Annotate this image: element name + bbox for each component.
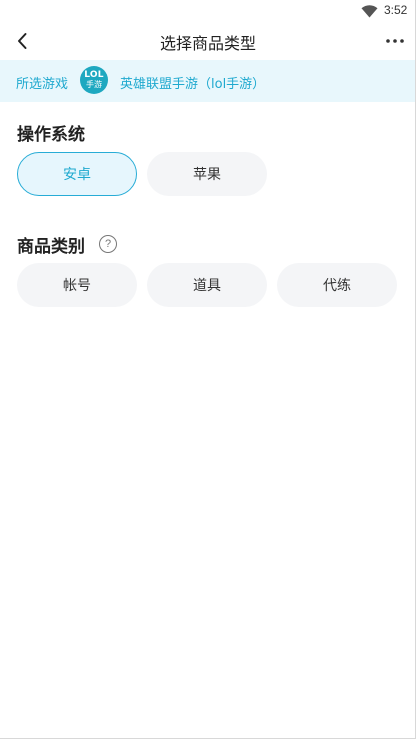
os-option-label: 苹果 <box>193 167 221 183</box>
selected-game-banner[interactable]: 所选游戏 LOL 手游 英雄联盟手游（lol手游） <box>0 60 416 102</box>
game-logo-text-2: 手游 <box>86 80 102 89</box>
more-button[interactable] <box>382 30 408 52</box>
selected-game-name: 英雄联盟手游（lol手游） <box>120 77 266 92</box>
category-option-boosting[interactable]: 代练 <box>277 263 397 307</box>
os-section-title: 操作系统 <box>17 125 85 145</box>
question-circle-icon[interactable]: ? <box>99 235 117 253</box>
category-option-account[interactable]: 帐号 <box>17 263 137 307</box>
category-section-title: 商品类别 <box>17 237 85 257</box>
wifi-icon <box>361 5 378 18</box>
nav-bar: 选择商品类型 <box>0 22 416 60</box>
category-option-label: 代练 <box>323 278 351 294</box>
more-horizontal-icon <box>386 39 404 43</box>
category-option-item[interactable]: 道具 <box>147 263 267 307</box>
game-logo-text-1: LOL <box>84 70 104 80</box>
os-option-label: 安卓 <box>63 167 91 183</box>
category-option-label: 帐号 <box>63 278 91 294</box>
os-option-android[interactable]: 安卓 <box>17 152 137 196</box>
os-option-ios[interactable]: 苹果 <box>147 152 267 196</box>
game-logo: LOL 手游 <box>80 66 108 94</box>
page-title: 选择商品类型 <box>159 34 256 53</box>
status-time: 3:52 <box>384 3 408 17</box>
status-bar: 3:52 <box>0 0 416 22</box>
selected-game-label: 所选游戏 <box>16 77 69 92</box>
category-option-label: 道具 <box>193 278 221 294</box>
